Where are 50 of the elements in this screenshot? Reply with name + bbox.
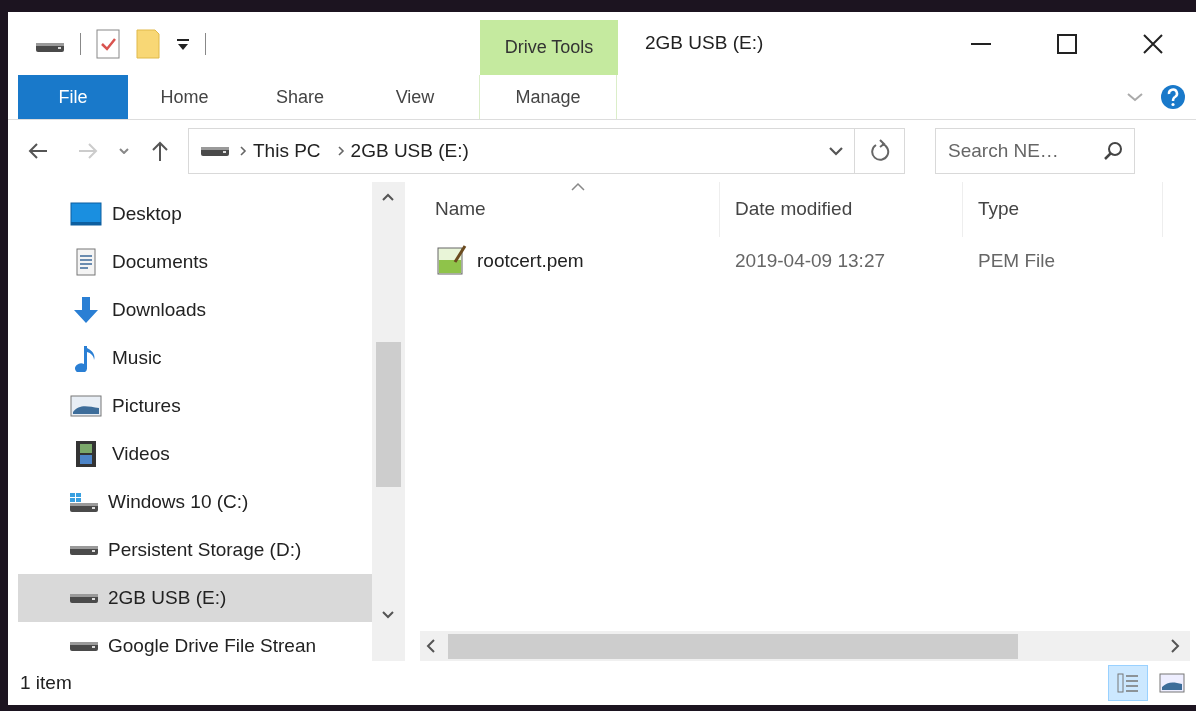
file-name[interactable]: rootcert.pem [420, 244, 720, 278]
landscape-thumbnail-icon [1159, 673, 1185, 693]
nav-item[interactable]: Windows 10 (C:) [18, 478, 372, 526]
nav-item[interactable]: Pictures [18, 382, 372, 430]
drive-icon [70, 641, 98, 651]
breadcrumb[interactable]: 2GB USB (E:) [350, 136, 469, 166]
contextual-tab-label: Drive Tools [480, 20, 618, 75]
horizontal-scrollbar[interactable] [420, 631, 1190, 661]
help-icon[interactable] [1160, 84, 1186, 110]
file-date: 2019-04-09 13:27 [734, 248, 886, 273]
chevron-down-icon [119, 148, 129, 154]
nav-item[interactable]: 2GB USB (E:) [18, 574, 372, 622]
details-list-icon [1116, 672, 1140, 694]
maximize-icon [1056, 32, 1078, 55]
address-dropdown-icon[interactable] [828, 145, 844, 157]
drive-icon [201, 146, 229, 156]
vertical-scrollbar[interactable] [372, 182, 405, 661]
breadcrumb-chevron-icon[interactable] [239, 145, 247, 157]
file-type: PEM File [977, 248, 1057, 273]
breadcrumb-chevron-icon[interactable] [336, 145, 345, 157]
ribbon-tab[interactable]: View [359, 75, 471, 119]
properties-icon[interactable] [95, 27, 121, 60]
nav-item[interactable]: Music [18, 334, 372, 382]
nav-item[interactable]: Downloads [18, 286, 372, 334]
column-header[interactable]: Name [420, 182, 720, 237]
item-count: 1 item [20, 670, 72, 695]
drive-icon [70, 492, 98, 512]
search-icon[interactable] [1102, 140, 1124, 162]
address-bar[interactable]: This PC 2GB USB (E:) [188, 128, 905, 174]
breadcrumb[interactable]: This PC [253, 136, 321, 166]
ribbon-tab[interactable]: Manage [479, 75, 617, 119]
nav-item[interactable]: Documents [18, 238, 372, 286]
ribbon-tab[interactable]: Share [241, 75, 359, 119]
ribbon-tab[interactable]: File [18, 75, 128, 119]
column-header[interactable]: Type [963, 182, 1163, 237]
text-file-icon [435, 244, 469, 278]
minimize-icon [970, 42, 992, 45]
nav-item[interactable]: Videos [18, 430, 372, 478]
column-header[interactable]: Date modified [720, 182, 963, 237]
window-title: 2GB USB (E:) [645, 31, 764, 56]
desktop-icon [70, 200, 102, 228]
picture-icon [70, 392, 102, 420]
ribbon-tab[interactable]: Home [128, 75, 241, 119]
drive-icon [70, 545, 98, 555]
close-icon [1142, 32, 1164, 55]
nav-item[interactable]: Persistent Storage (D:) [18, 526, 372, 574]
drive-icon [70, 593, 98, 603]
nav-item[interactable]: Google Drive File Strean [18, 622, 372, 661]
search-box[interactable]: Search NE… [935, 128, 1135, 174]
nav-item[interactable]: Desktop [18, 190, 372, 238]
